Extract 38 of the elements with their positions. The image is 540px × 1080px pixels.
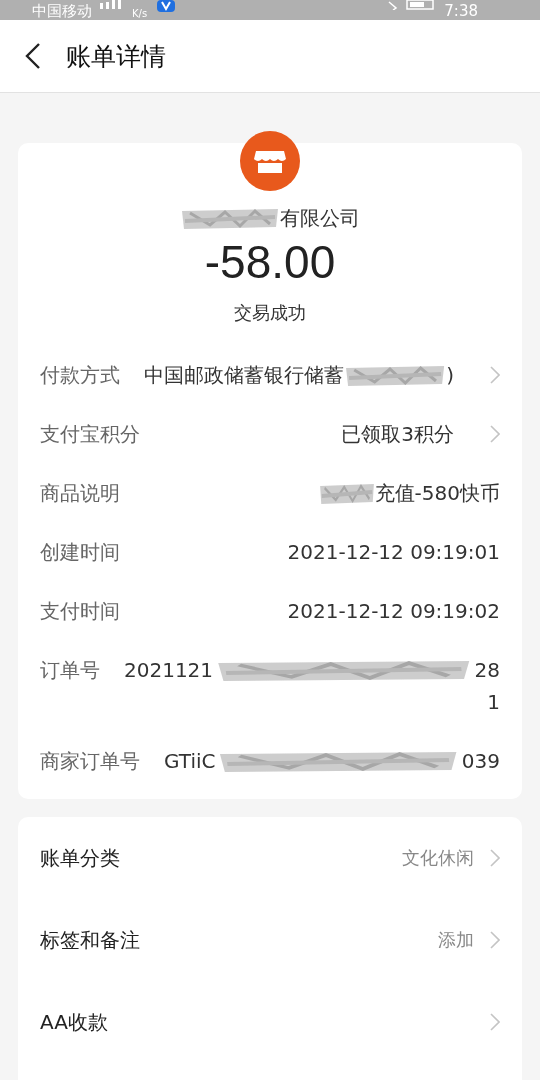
clock-time: 7:38 bbox=[444, 2, 478, 20]
value-text: 中国邮政储蓄银行储蓄 bbox=[144, 362, 344, 389]
signal-icon bbox=[98, 0, 124, 10]
page-title: 账单详情 bbox=[66, 40, 166, 73]
field-label: 支付时间 bbox=[40, 598, 120, 625]
field-label: 订单号 bbox=[40, 657, 100, 684]
value-text: 28 bbox=[474, 657, 500, 684]
transaction-status: 交易成功 bbox=[234, 301, 306, 325]
value-text: 1 bbox=[487, 689, 500, 716]
value-text: 已领取3积分 bbox=[341, 421, 454, 448]
field-label: 支付宝积分 bbox=[40, 421, 140, 448]
value-text: ) bbox=[446, 362, 454, 389]
amount-text: -58.00 bbox=[204, 235, 336, 289]
network-speed: K/s bbox=[132, 8, 148, 20]
option-row[interactable]: 标签和备注 添加 bbox=[40, 899, 500, 981]
carrier-label: 中国移动 bbox=[32, 2, 92, 20]
option-value: 文化休闲 bbox=[402, 846, 474, 870]
option-value: 添加 bbox=[438, 928, 474, 952]
option-label: 账单分类 bbox=[40, 844, 120, 872]
value-text: GTiiC bbox=[164, 748, 216, 775]
back-button[interactable] bbox=[24, 42, 42, 70]
value-text: 2021-12-12 09:19:02 bbox=[287, 598, 500, 625]
battery-icon bbox=[406, 0, 437, 10]
bluetooth-icon bbox=[388, 0, 399, 10]
value-text: 039 bbox=[461, 748, 500, 775]
option-row[interactable]: 账单分类 文化休闲 bbox=[40, 817, 500, 899]
option-label: AA收款 bbox=[40, 1008, 108, 1036]
value-text: 充值-580快币 bbox=[374, 480, 500, 507]
option-label: 标签和备注 bbox=[40, 926, 140, 954]
field-label: 付款方式 bbox=[40, 362, 120, 389]
field-label: 商品说明 bbox=[40, 480, 120, 507]
app-badge-icon bbox=[157, 0, 176, 12]
field-label: 商家订单号 bbox=[40, 748, 140, 775]
field-label: 创建时间 bbox=[40, 539, 120, 566]
option-row[interactable]: AA收款 bbox=[40, 981, 500, 1063]
merchant-name: 有限公司 bbox=[280, 204, 360, 232]
value-text: 2021121 bbox=[124, 657, 214, 684]
value-text: 2021-12-12 09:19:01 bbox=[287, 539, 500, 566]
